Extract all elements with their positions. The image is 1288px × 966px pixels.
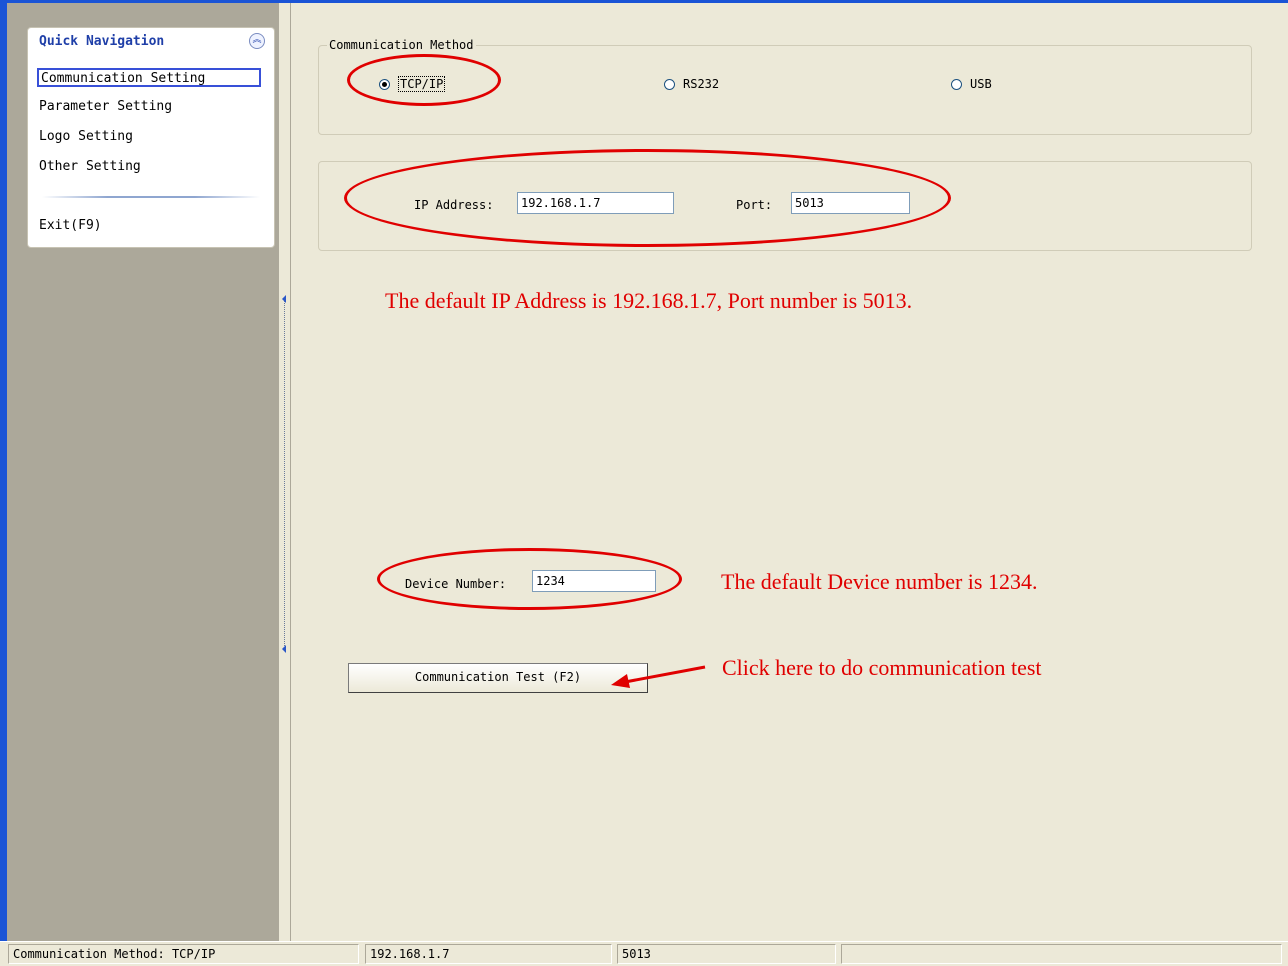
status-ip-address: 192.168.1.7 [365,944,612,964]
quick-navigation-title: Quick Navigation [39,34,165,49]
radio-usb-indicator[interactable] [951,78,962,90]
collapse-left-arrow-icon-bottom[interactable] [282,645,286,653]
quick-navigation-panel: Quick Navigation ︽ Communication Setting… [27,27,275,248]
chevron-double-up-icon[interactable]: ︽ [249,33,265,49]
radio-usb[interactable]: USB [951,77,992,91]
sidebar-item-communication-setting[interactable]: Communication Setting [37,68,261,87]
network-highlight-ellipse [344,149,951,247]
ip-annotation: The default IP Address is 192.168.1.7, P… [385,288,913,313]
sidebar-item-other-setting[interactable]: Other Setting [37,156,141,178]
device-highlight-ellipse [377,548,682,610]
collapse-left-arrow-icon[interactable] [282,295,286,303]
device-annotation: The default Device number is 1234. [721,569,1038,594]
status-communication-method: Communication Method: TCP/IP [8,944,359,964]
communication-test-button[interactable]: Communication Test (F2) [348,663,648,693]
status-port: 5013 [617,944,836,964]
nav-divider [42,196,260,198]
tcpip-highlight-ellipse [347,54,501,106]
radio-rs232-indicator[interactable] [664,78,675,90]
radio-rs232[interactable]: RS232 [664,77,719,91]
communication-method-legend: Communication Method [329,38,474,52]
sidebar-item-parameter-setting[interactable]: Parameter Setting [37,96,172,118]
exit-item[interactable]: Exit(F9) [37,215,102,237]
window-frame-left [0,0,7,941]
radio-usb-label[interactable]: USB [970,77,992,91]
status-bar: Communication Method: TCP/IP 192.168.1.7… [0,941,1288,966]
sidebar-item-logo-setting[interactable]: Logo Setting [37,126,133,148]
test-annotation: Click here to do communication test [722,655,1042,680]
sidebar: Quick Navigation ︽ Communication Setting… [7,3,279,941]
status-extra [841,944,1282,964]
main-content: Communication Method TCP/IP RS232 USB IP… [291,3,1288,935]
annotation-arrow-icon [611,665,706,688]
radio-rs232-label[interactable]: RS232 [683,77,719,91]
splitter-grip[interactable] [284,300,287,650]
